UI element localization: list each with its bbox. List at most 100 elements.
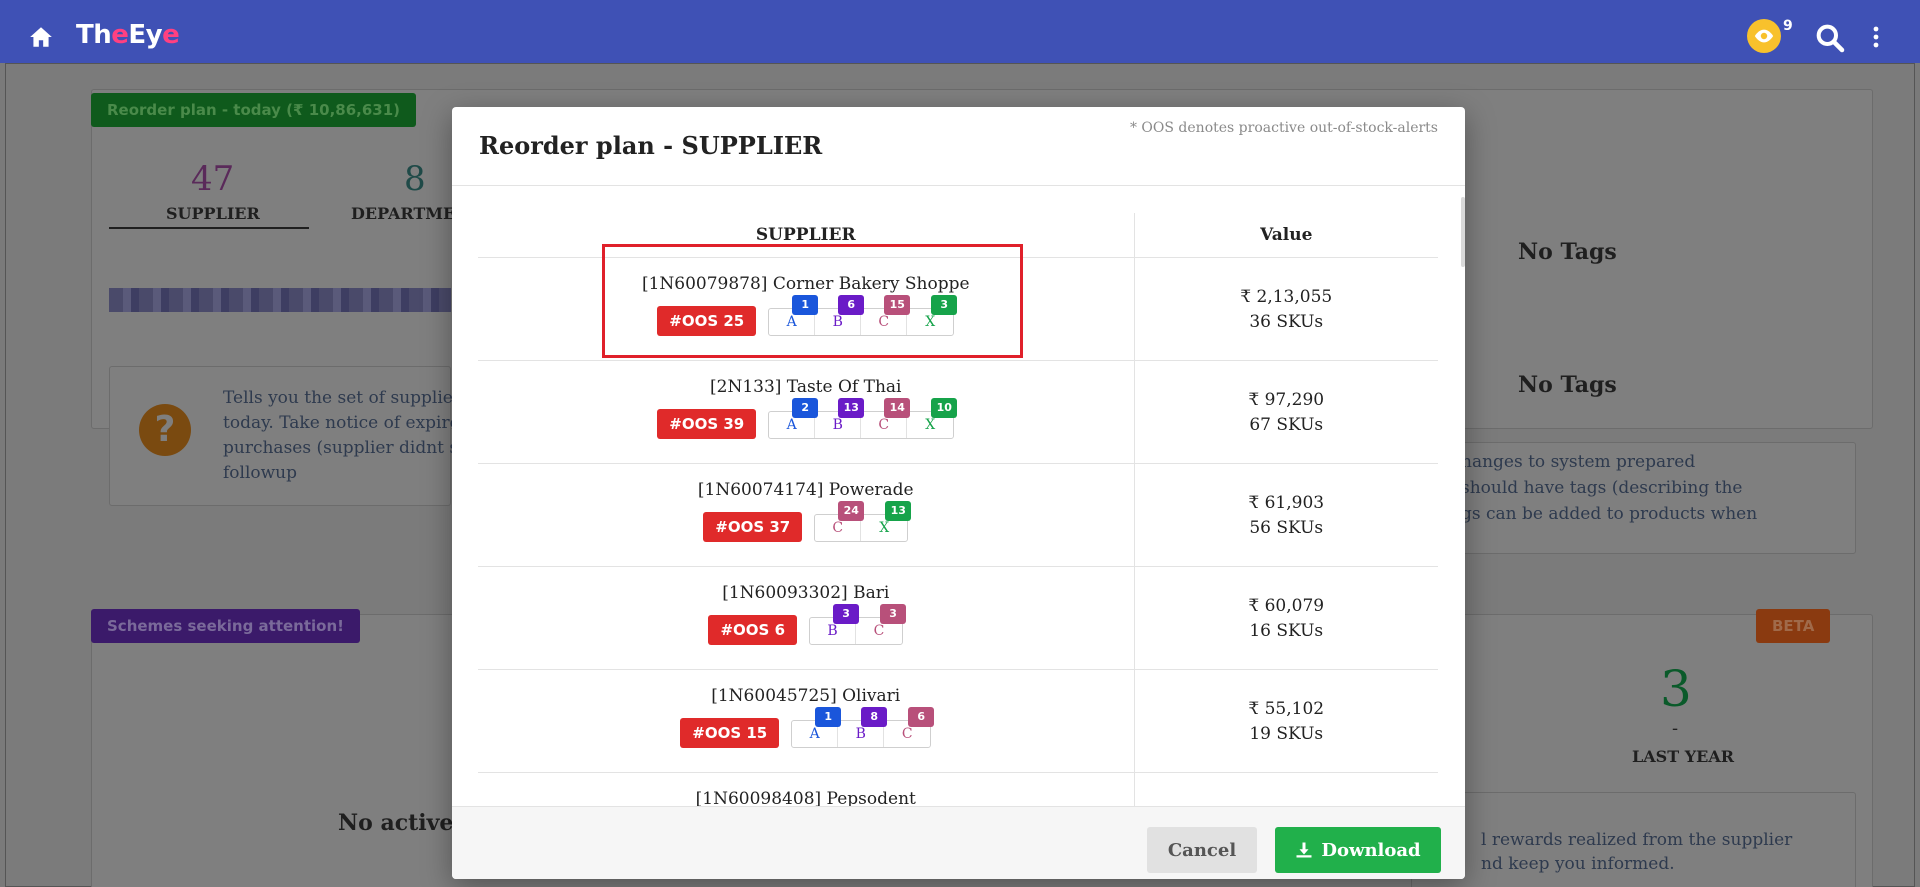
help-text-3: purchases (supplier didnt s <box>223 438 459 458</box>
supplier-cell: [2N133] Taste Of Thai #OOS 39 A 2 B 13 C 14 X 10 <box>478 360 1135 464</box>
class-label: A <box>809 725 820 742</box>
supplier-name[interactable]: [1N60093302] Bari <box>478 583 1134 603</box>
reorder-plan-modal: Reorder plan - SUPPLIER * OOS denotes pr… <box>452 107 1465 879</box>
class-count-badge: 10 <box>931 397 958 418</box>
reorder-chip[interactable]: Reorder plan - today (₹ 10,86,631) <box>91 93 417 127</box>
abc-class-group: A 2 B 13 C 14 X 10 <box>768 397 958 439</box>
cancel-button[interactable]: Cancel <box>1147 827 1257 873</box>
table-row[interactable]: [1N60079878] Corner Bakery Shoppe #OOS 25… <box>478 257 1438 361</box>
supplier-name[interactable]: [1N60045725] Olivari <box>478 686 1134 706</box>
value-cell <box>1134 772 1438 807</box>
class-tag[interactable]: X 13 <box>861 500 912 541</box>
supplier-tags: #OOS 37 C 24 X 13 <box>478 500 1134 542</box>
supplier-cell: [1N60079878] Corner Bakery Shoppe #OOS 25… <box>478 257 1135 361</box>
supplier-bar <box>109 288 451 312</box>
column-header-supplier[interactable]: SUPPLIER <box>478 213 1135 258</box>
download-icon <box>1296 842 1312 858</box>
sku-count: 67 SKUs <box>1249 414 1324 435</box>
table-row[interactable]: [1N60074174] Powerade #OOS 37 C 24 X 13 ₹ 61,9… <box>478 463 1438 567</box>
supplier-table: SUPPLIER Value [1N60079878] Corner Baker… <box>478 213 1438 807</box>
oos-badge[interactable]: #OOS 39 <box>657 408 757 439</box>
value-amount: ₹ 55,102 <box>1248 698 1325 719</box>
department-tab[interactable]: DEPARTME <box>351 204 455 223</box>
class-tag[interactable]: A1 <box>792 706 842 747</box>
value-cell: ₹ 60,079 16 SKUs <box>1134 566 1439 670</box>
table-row[interactable]: [1N60045725] Olivari #OOS 15 A 1 B 8 C 6 ₹ 55,10… <box>478 669 1438 773</box>
help-text-2: today. Take notice of expire <box>223 413 460 433</box>
oos-badge[interactable]: #OOS 6 <box>708 614 798 645</box>
class-label: C <box>901 725 913 742</box>
last-year-label: LAST YEAR <box>1632 747 1735 766</box>
scrollbar-thumb[interactable] <box>1461 197 1465 267</box>
sku-count: 56 SKUs <box>1249 517 1324 538</box>
class-label: B <box>827 622 838 639</box>
supplier-tags: #OOS 15 A 1 B 8 C 6 <box>478 706 1134 748</box>
value-cell: ₹ 55,102 19 SKUs <box>1134 669 1438 773</box>
tags-info-3: gs can be added to products when <box>1461 504 1758 524</box>
value-amount: ₹ 97,290 <box>1248 389 1325 410</box>
class-tag[interactable]: B8 <box>838 706 888 747</box>
download-button[interactable]: Download <box>1275 827 1441 873</box>
supplier-tab[interactable]: SUPPLIER <box>166 204 260 223</box>
tags-info-2: should have tags (describing the <box>1461 478 1743 498</box>
rewards-1: l rewards realized from the supplier <box>1481 830 1793 850</box>
oos-badge[interactable]: #OOS 15 <box>680 717 780 748</box>
class-label: X <box>879 519 890 536</box>
class-tag[interactable]: A1 <box>769 294 819 335</box>
class-label: C <box>878 313 890 330</box>
rewards-2: nd keep you informed. <box>1481 854 1675 874</box>
supplier-name[interactable]: [1N60074174] Powerade <box>478 480 1134 500</box>
supplier-name[interactable]: [2N133] Taste Of Thai <box>478 377 1134 397</box>
class-tag[interactable]: B 13 <box>815 397 865 438</box>
modal-footer: Cancel Download <box>452 806 1465 879</box>
table-row[interactable]: [1N60093302] Bari #OOS 6 B 3 C 3 ₹ 60,079 16 SK… <box>478 566 1439 670</box>
supplier-cell: [1N60093302] Bari #OOS 6 B3C3 <box>478 566 1135 670</box>
column-header-value[interactable]: Value <box>1134 213 1438 258</box>
table-header-row: SUPPLIER Value <box>478 213 1438 258</box>
class-tag[interactable]: C6 <box>884 706 935 747</box>
schemes-chip[interactable]: Schemes seeking attention! <box>91 609 360 643</box>
abc-class-group: C 24 X 13 <box>814 500 912 542</box>
class-tag[interactable]: B6 <box>815 294 865 335</box>
oos-badge[interactable]: #OOS 25 <box>657 305 757 336</box>
class-tag[interactable]: C3 <box>856 603 907 644</box>
supplier-tags: #OOS 25 A 1 B 6 C 15 X 3 <box>478 294 1134 336</box>
app-logo[interactable]: TheEye <box>76 20 180 50</box>
value-amount: ₹ 61,903 <box>1248 492 1325 513</box>
supplier-count: 47 <box>191 159 235 199</box>
class-tag[interactable]: A2 <box>769 397 819 438</box>
last-year-value: 3 <box>1660 660 1692 718</box>
supplier-name[interactable]: [1N60079878] Corner Bakery Shoppe <box>478 274 1134 294</box>
help-icon: ? <box>139 404 191 456</box>
class-label: B <box>832 313 843 330</box>
modal-body[interactable]: SUPPLIER Value [1N60079878] Corner Baker… <box>452 187 1465 807</box>
home-icon[interactable] <box>28 24 54 50</box>
no-tags-2: No Tags <box>1518 372 1617 398</box>
top-navbar: TheEye 9 <box>0 0 1920 63</box>
table-row[interactable]: [1N60098408] Pepsodent <box>478 772 1438 807</box>
table-row[interactable]: [2N133] Taste Of Thai #OOS 39 A 2 B 13 C 14 X 10 ₹… <box>478 360 1438 464</box>
class-tag[interactable]: C 15 <box>861 294 911 335</box>
more-vert-icon[interactable] <box>1872 25 1880 49</box>
oos-badge[interactable]: #OOS 37 <box>703 511 803 542</box>
class-tag[interactable]: B3 <box>810 603 860 644</box>
class-tag[interactable]: X 10 <box>907 397 958 438</box>
class-count-badge: 3 <box>931 294 958 315</box>
supplier-cell: [1N60045725] Olivari #OOS 15 A 1 B 8 C 6 <box>478 669 1135 773</box>
watch-eye-icon[interactable] <box>1747 19 1781 53</box>
value-block: ₹ 60,079 16 SKUs <box>1135 594 1439 644</box>
supplier-name[interactable]: [1N60098408] Pepsodent <box>478 789 1134 808</box>
beta-badge: BETA <box>1756 609 1831 643</box>
value-cell: ₹ 61,903 56 SKUs <box>1134 463 1438 567</box>
oos-note: * OOS denotes proactive out-of-stock-ale… <box>1129 120 1438 136</box>
last-year-dash: - <box>1672 718 1679 739</box>
class-tag[interactable]: C 24 <box>815 500 865 541</box>
class-tag[interactable]: X3 <box>907 294 958 335</box>
search-icon[interactable] <box>1814 22 1846 54</box>
help-text-1: Tells you the set of supplier <box>223 388 461 408</box>
sku-count: 36 SKUs <box>1249 311 1324 332</box>
help-text-4: followup <box>223 463 298 483</box>
modal-title: Reorder plan - SUPPLIER <box>479 131 823 160</box>
class-tag[interactable]: C 14 <box>861 397 911 438</box>
class-label: X <box>925 416 936 433</box>
